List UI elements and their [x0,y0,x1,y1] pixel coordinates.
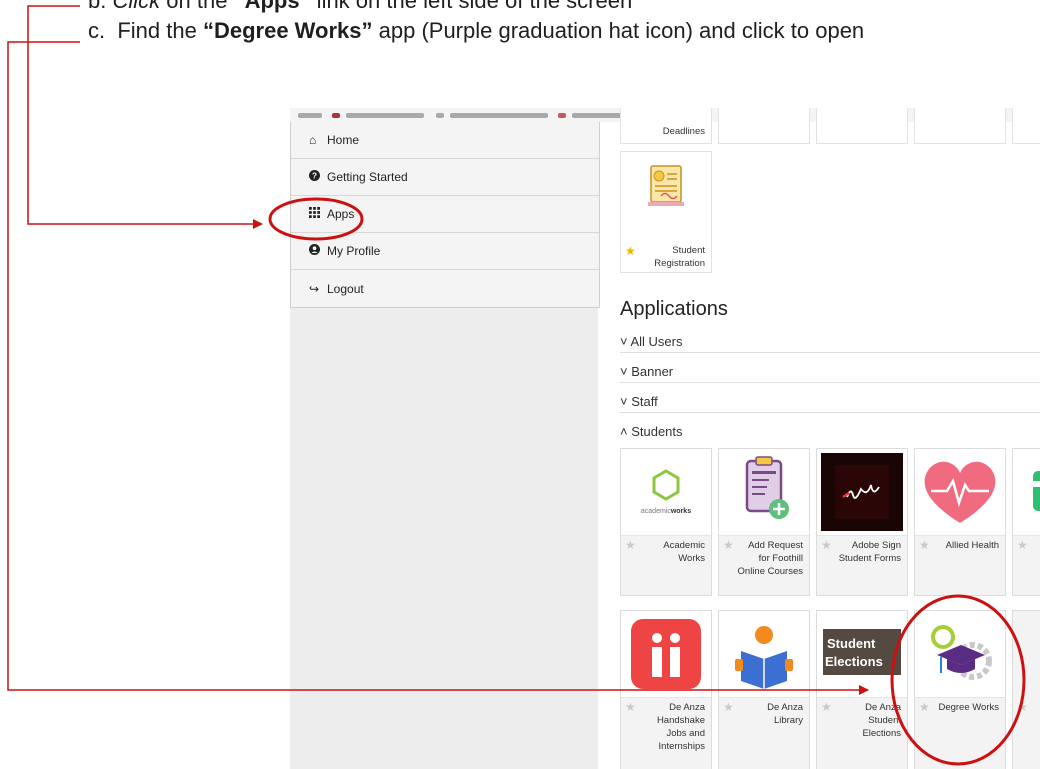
sidebar-item-my-profile[interactable]: My Profile [291,233,599,270]
step-text-end: link on the left side of the screen [310,0,633,13]
step-text: on the [166,0,234,13]
favorite-tile-student-registration[interactable]: ★ Student Registration [620,151,712,273]
main-content: Deadlines ★ Student Registration Applica… [608,108,1040,769]
svg-text:?: ? [312,172,317,181]
section-students[interactable]: ˄ Students [620,424,1040,442]
heart-icon [915,449,1005,536]
app-tile-label: Degree Works [938,702,999,713]
step-target: “Apps” [233,0,311,13]
app-tile-student-elections[interactable]: Student Elections ★ De Anza Student Elec… [816,610,908,769]
app-tile-add-request[interactable]: ★ Add Request for Foothill Online Course… [718,448,810,596]
favorite-star-icon[interactable]: ★ [723,538,734,552]
handshake-icon [621,611,711,698]
sidebar-item-label: Getting Started [327,170,408,184]
favorite-tile[interactable] [718,108,810,144]
app-tile-label: De Anza Student Elections [862,702,901,739]
favorite-star-icon[interactable]: ★ [625,700,636,714]
app-tile-label: Adobe Sign Student Forms [838,540,901,564]
favorite-star-icon[interactable]: ★ [1017,538,1028,552]
sidebar-item-label: My Profile [327,244,381,258]
bookmark-chip [332,113,340,118]
bookmark-chip [450,113,548,118]
bookmark-chip [346,113,424,118]
svg-text:Elections: Elections [825,654,883,669]
favorite-tile-deadlines[interactable]: Deadlines [620,108,712,144]
step-text-end: app (Purple graduation hat icon) and cli… [372,18,865,43]
tile-label: Deadlines [662,126,705,137]
academic-works-icon: academicworks [621,449,711,536]
sidebar-item-label: Apps [327,207,355,221]
svg-text:academicworks: academicworks [641,508,691,515]
sidebar-item-getting-started[interactable]: ? Getting Started [291,159,599,196]
clipboard-plus-icon [719,449,809,536]
favorite-tile[interactable] [816,108,908,144]
section-all-users[interactable]: ˅ All Users [620,334,1040,353]
app-tile-academic-works[interactable]: academicworks ★ Academic Works [620,448,712,596]
favorite-star-icon[interactable]: ★ [919,700,930,714]
card-icon [1013,449,1040,536]
bookmark-chip [298,113,322,118]
app-tile-library[interactable]: ★ De Anza Library [718,610,810,769]
favorite-star-icon[interactable]: ★ [1017,700,1028,714]
step-verb: Click [112,0,161,13]
app-tile-handshake[interactable]: ★ De Anza Handshake Jobs and Internships [620,610,712,769]
user-circle-icon [309,244,325,258]
app-tile-label: De Anza Handshake Jobs and Internships [656,702,705,752]
favorite-star-icon[interactable]: ★ [821,538,832,552]
app-tile-label: Allied Health [945,540,999,551]
tile-label-line: Registration [654,258,705,269]
bookmark-chip [558,113,566,118]
question-circle-icon: ? [309,170,325,184]
favorite-tile[interactable] [1012,108,1040,144]
section-banner[interactable]: ˅ Banner [620,364,1040,383]
tile-label-line: Student [672,245,705,256]
adobe-sign-icon [817,449,907,536]
svg-text:Student: Student [827,636,876,651]
sidebar-item-label: Home [327,133,360,147]
app-tile-label: De Anza Library [767,702,803,726]
step-target: “Degree Works” [202,18,373,43]
elections-icon: Student Elections [817,611,907,698]
step-marker: c. [88,18,106,43]
app-tile-label: Add Request for Foothill Online Courses [737,540,803,577]
logout-icon: ↪ [309,281,320,296]
sidebar-item-logout[interactable]: ↪ Logout [291,270,599,307]
sidebar-item-apps[interactable]: Apps [291,196,599,233]
step-text: Find the [117,18,203,43]
applications-heading: Applications [620,298,728,320]
app-tile-partial[interactable]: ★ [1012,448,1040,596]
graduation-hat-icon [915,611,1005,698]
portal-screenshot: ⌂ Home ? Getting Started Apps My Profile… [290,108,1040,769]
favorite-star-icon[interactable]: ★ [625,538,636,552]
app-tile-allied-health[interactable]: ★ Allied Health [914,448,1006,596]
app-tile-adobe-sign[interactable]: ★ Adobe Sign Student Forms [816,448,908,596]
app-tile-label: Academic Works [663,540,705,564]
tile-label: Student Registration [654,244,705,270]
grid-icon [309,207,325,221]
sidebar-item-home[interactable]: ⌂ Home [291,122,599,159]
sidebar-item-label: Logout [327,281,364,296]
instruction-step-c: c. Find the “Degree Works” app (Purple g… [88,18,864,44]
home-icon: ⌂ [309,133,317,147]
favorite-star-icon[interactable]: ★ [821,700,832,714]
certificate-icon [621,152,711,240]
app-tile-partial[interactable]: ★ [1012,610,1040,769]
favorite-star-icon[interactable]: ★ [625,244,636,258]
instruction-step-b: b. Click on the “Apps” link on the left … [88,0,632,14]
sidebar-nav: ⌂ Home ? Getting Started Apps My Profile… [290,122,600,308]
app-tile-degree-works[interactable]: ★ Degree Works [914,610,1006,769]
bookmark-chip [436,113,444,118]
step-marker: b. [88,0,107,13]
favorite-tile[interactable] [914,108,1006,144]
reader-icon [719,611,809,698]
section-staff[interactable]: ˅ Staff [620,394,1040,413]
favorite-star-icon[interactable]: ★ [723,700,734,714]
sidebar: ⌂ Home ? Getting Started Apps My Profile… [290,122,600,769]
